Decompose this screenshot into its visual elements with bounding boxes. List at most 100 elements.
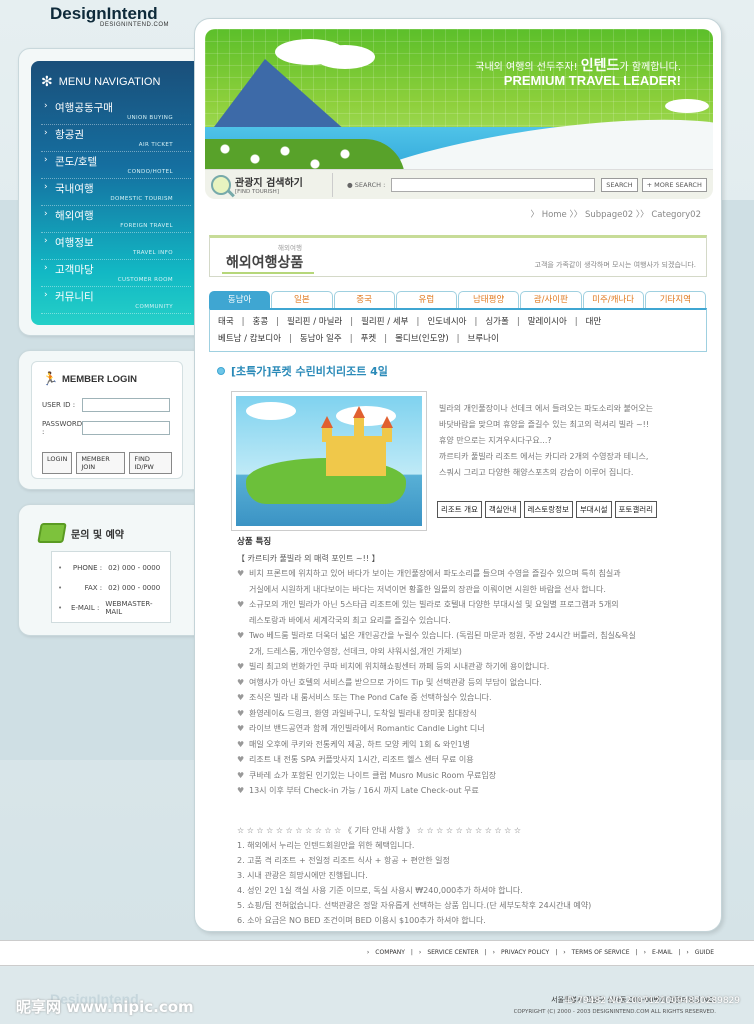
city-link[interactable]: 싱가폴 [485,317,508,327]
user-id-row: USER ID : [42,398,172,412]
search-label: ● SEARCH : [347,180,386,189]
tab-region-2[interactable]: 중국 [333,291,395,308]
feature-item: ♥ 비치 프론트에 위치하고 있어 바다가 보이는 개인풀장에서 파도소리를 들으… [237,566,713,597]
tab-region-1[interactable]: 일본 [271,291,333,308]
menu-item-5[interactable]: › 여행정보 TRAVEL INFO [41,233,191,260]
city-link[interactable]: 베트남 / 캄보디아 [218,334,281,344]
bullet-icon: • [58,564,63,572]
feature-item: ♥ 소규모의 개인 빌라가 아닌 5스타급 리조트에 있는 빌라로 호텔내 다양한… [237,597,713,628]
contact-list: • PHONE : 02) 000 - 0000 • FAX : 02) 000… [51,551,171,623]
search-input[interactable] [391,177,596,192]
feature-item: ♥ 쿠바레 쇼가 포함된 인기있는 나이트 클럽 Musro Music Room… [237,768,713,784]
tower-shape [382,428,392,442]
tab-region-5[interactable]: 괌/사이판 [520,291,582,308]
city-link[interactable]: 인도네시아 [427,317,466,327]
heart-icon: ♥ [237,739,245,749]
heart-icon: ♥ [237,786,245,795]
breadcrumb-subpage[interactable]: Subpage02 [585,210,633,220]
footer-link[interactable]: SERVICE CENTER [427,949,478,956]
menu-item-label: 여행정보 [55,237,94,249]
logo-sub: DESIGNINTEND.COM [100,22,170,28]
page-description: 고객을 가족같이 생각하며 모시는 여행사가 되겠습니다. [534,261,696,269]
menu-item-label: 고객마당 [55,264,94,276]
city-separator: | [384,334,388,344]
menu-item-0[interactable]: › 여행공동구매 UNION BUYING [41,98,191,125]
menu-item-3[interactable]: › 국내여행 DOMESTIC TOURISM [41,179,191,206]
password-input[interactable] [82,421,170,435]
menu-title: ✻ MENU NAVIGATION [41,73,191,90]
asterisk-icon: ✻ [41,73,53,89]
feature-line: 매일 오후에 쿠키와 전통케익 제공, 하트 모양 케익 1회 & 와인1병 [249,739,471,749]
breadcrumb-home[interactable]: Home [542,210,567,220]
tab-region-4[interactable]: 남태평양 [458,291,520,308]
chevron-right-icon: › [686,949,689,956]
city-line-1: 태국 | 홍콩 | 필리핀 / 마닐라 | 필리핀 / 세부 | 인도네시아 | 싱가폴 | 말레이시아… [218,314,700,331]
feature-item: ♥ 라이브 밴드공연과 함께 개인빌라에서 Romantic Candle Lig… [237,721,713,737]
castle-shape [326,436,386,476]
breadcrumb-separator: 〉〉 [635,210,652,220]
city-link[interactable]: 브루나이 [468,334,499,344]
menu-item-4[interactable]: › 해외여행 FOREIGN TRAVEL [41,206,191,233]
tower-shape [322,428,332,442]
menu-item-6[interactable]: › 고객마당 CUSTOMER ROOM [41,260,191,287]
product-title-text[interactable]: [초특가]푸켓 수린비치리조트 4일 [231,363,388,379]
menu-item-label: 여행공동구매 [55,102,113,114]
find-id-pw-button[interactable]: FIND ID/PW [129,452,172,474]
cloud-shape [246,402,296,420]
user-id-input[interactable] [82,398,170,412]
menu-item-1[interactable]: › 항공권 AIR TICKET [41,125,191,152]
tab-region-6[interactable]: 미주/캐나다 [582,291,644,308]
product-info-button[interactable]: 레스토랑정보 [523,501,573,518]
feature-item: ♥ Two 베드룸 빌라로 더욱더 넓은 개인공간을 누릴수 있습니다. (독립된… [237,628,713,659]
product-info-button[interactable]: 객실안내 [484,501,521,518]
note-item: 4. 성인 2인 1실 객실 사용 기준 이므로, 독실 사용시 ₩240,00… [237,886,523,895]
product-photo [231,391,427,531]
city-link[interactable]: 푸켓 [361,334,377,344]
city-link[interactable]: 필리핀 / 마닐라 [287,317,342,327]
product-title: [초특가]푸켓 수린비치리조트 4일 [217,363,388,379]
login-button[interactable]: LOGIN [42,452,73,474]
footer-link[interactable]: TERMS OF SERVICE [572,949,630,956]
city-link[interactable]: 태국 [218,317,234,327]
menu-item-7[interactable]: › 커뮤니티 COMMUNITY [41,287,191,314]
tab-region-7[interactable]: 기타지역 [644,291,706,308]
member-join-button[interactable]: MEMBER JOIN [76,452,126,474]
features-subheading: 【 카르티카 풀빌라 의 매력 포인트 ~!! 】 [237,553,380,563]
footer-link[interactable]: COMPANY [375,949,405,956]
city-link[interactable]: 대만 [586,317,602,327]
menu-item-sublabel: TRAVEL INFO [132,250,173,256]
footer-link[interactable]: E-MAIL [652,949,672,956]
email-value[interactable]: WEBMASTER-MAIL [105,600,164,616]
tab-region-3[interactable]: 유럽 [395,291,457,308]
product-info-button[interactable]: 포토갤러리 [614,501,658,518]
footer-separator: | [555,949,558,956]
footer-link[interactable]: PRIVACY POLICY [501,949,549,956]
tab-region-0[interactable]: 동남아 [209,291,271,308]
intro-line: 스쿼시 그리고 다양한 해양스포츠의 강습이 이루어 집니다. [439,468,634,477]
cloud-shape [665,99,709,113]
site-logo[interactable]: DesignIntend DESIGNINTEND.COM [50,4,169,28]
city-link[interactable]: 몰디브(인도양) [395,334,449,344]
menu-item-2[interactable]: › 콘도/호텔 CONDO/HOTEL [41,152,191,179]
more-search-button[interactable]: + MORE SEARCH [641,177,707,192]
product-info-button[interactable]: 리조트 개요 [437,501,482,518]
city-link[interactable]: 필리핀 / 세부 [361,317,408,327]
menu-navigation-panel: ✻ MENU NAVIGATION › 여행공동구매 UNION BUYING › 항공… [18,48,197,336]
breadcrumb-category[interactable]: Category02 [651,210,701,220]
search-button[interactable]: SEARCH [601,177,638,192]
fax-row: • FAX : 02) 000 - 0000 [58,578,164,598]
city-link[interactable]: 동남아 일주 [300,334,342,344]
phone-label: PHONE : [72,564,103,572]
heart-icon: ♥ [237,755,245,764]
feature-line: 빌리 최고의 번화가인 쿠따 비치에 위치해쇼핑센터 까페 등의 시내관광 하기… [249,662,550,671]
city-link[interactable]: 홍콩 [253,317,269,327]
city-link[interactable]: 말레이시아 [528,317,567,327]
menu-item-sublabel: COMMUNITY [135,304,173,310]
product-info-button[interactable]: 부대시설 [575,501,612,518]
feature-item: ♥ 여행사가 아닌 호텔의 서비스를 받으므로 가이드 Tip 및 선택관광 등의… [237,675,713,691]
hero-banner: 국내외 여행의 선두주자! 인텐드가 함께합니다. PREMIUM TRAVEL… [205,29,713,179]
feature-line: 라이브 밴드공연과 함께 개인빌라에서 Romantic Candle Ligh… [249,724,485,733]
search-title-sub: [FIND TOURISH] [235,189,279,195]
footer-link[interactable]: GUIDE [695,949,714,956]
footer-separator: | [484,949,487,956]
